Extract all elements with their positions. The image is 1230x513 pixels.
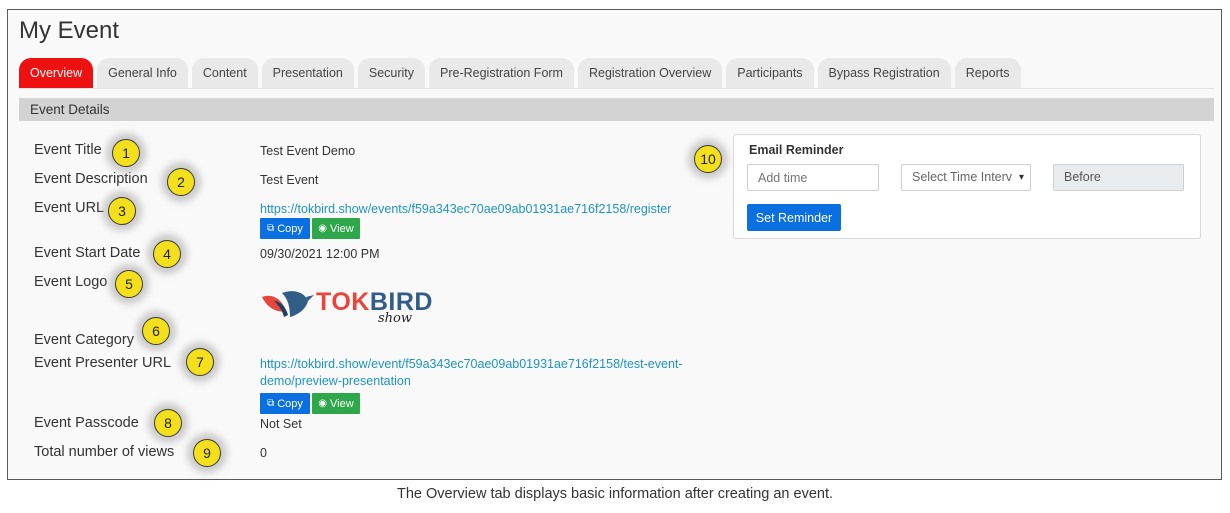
tab-bar: Overview General Info Content Presentati…	[19, 58, 1025, 88]
event-title-value: Test Event Demo	[260, 144, 356, 158]
section-header-event-details: Event Details	[19, 98, 1214, 121]
event-passcode-value: Not Set	[260, 417, 302, 431]
bird-logo-icon	[262, 291, 314, 317]
event-description-label: Event Description	[34, 171, 148, 187]
set-reminder-button[interactable]: Set Reminder	[747, 204, 841, 231]
view-event-url-button[interactable]: ◉ View	[312, 218, 360, 239]
logo-wordmark: TOKBIRD	[316, 288, 433, 316]
chevron-down-icon: ▾	[1018, 172, 1024, 183]
tab-bypass-registration[interactable]: Bypass Registration	[817, 58, 951, 88]
tab-participants[interactable]: Participants	[726, 58, 814, 88]
tab-registration-overview[interactable]: Registration Overview	[577, 58, 723, 88]
eye-icon: ◉	[318, 223, 328, 234]
callout-badge-1: 1	[112, 139, 140, 167]
email-reminder-panel: Email Reminder Select Time Interv ▾ Befo…	[733, 134, 1201, 239]
event-presenter-url-label: Event Presenter URL	[34, 355, 172, 371]
figure-caption: The Overview tab displays basic informat…	[396, 486, 834, 502]
total-views-value: 0	[260, 446, 267, 460]
view-label: View	[330, 397, 354, 410]
event-url-link[interactable]: https://tokbird.show/events/f59a343ec70a…	[260, 202, 671, 216]
copy-icon: ⧉	[267, 223, 275, 234]
event-start-date-label: Event Start Date	[34, 245, 141, 261]
eye-icon: ◉	[318, 398, 328, 409]
event-title-label: Event Title	[34, 142, 102, 158]
screenshot-frame: My Event Overview General Info Content P…	[7, 9, 1222, 480]
copy-event-url-button[interactable]: ⧉ Copy	[260, 218, 310, 239]
tab-presentation[interactable]: Presentation	[261, 58, 354, 88]
callout-badge-6: 6	[142, 317, 170, 345]
callout-badge-9: 9	[193, 439, 221, 467]
time-interval-select[interactable]: Select Time Interv ▾	[901, 164, 1031, 191]
event-logo: TOKBIRD show	[260, 279, 445, 329]
logo-subtext: show	[378, 311, 412, 326]
tab-general-info[interactable]: General Info	[97, 58, 188, 88]
copy-icon: ⧉	[267, 398, 275, 409]
tab-overview[interactable]: Overview	[19, 58, 94, 88]
time-interval-selected: Select Time Interv	[912, 170, 1013, 184]
event-presenter-url-link[interactable]: https://tokbird.show/event/f59a343ec70ae…	[260, 356, 690, 390]
callout-badge-8: 8	[154, 409, 182, 437]
callout-badge-2: 2	[167, 168, 195, 196]
event-logo-label: Event Logo	[34, 274, 108, 290]
callout-badge-7: 7	[186, 348, 214, 376]
event-category-label: Event Category	[34, 332, 134, 348]
view-presenter-url-button[interactable]: ◉ View	[312, 393, 360, 414]
total-views-label: Total number of views	[34, 444, 175, 460]
tab-reports[interactable]: Reports	[954, 58, 1021, 88]
callout-badge-10: 10	[694, 145, 722, 173]
page-title: My Event	[19, 17, 120, 44]
copy-presenter-url-button[interactable]: ⧉ Copy	[260, 393, 310, 414]
copy-label: Copy	[277, 397, 303, 410]
callout-badge-5: 5	[115, 270, 143, 298]
event-start-date-value: 09/30/2021 12:00 PM	[260, 247, 380, 261]
callout-badge-4: 4	[153, 240, 181, 268]
email-reminder-title: Email Reminder	[749, 143, 844, 157]
tab-security[interactable]: Security	[357, 58, 426, 88]
tab-pre-registration-form[interactable]: Pre-Registration Form	[429, 58, 574, 88]
event-passcode-label: Event Passcode	[34, 415, 139, 431]
view-label: View	[330, 222, 354, 235]
reminder-time-input[interactable]	[747, 164, 879, 191]
before-field: Before	[1053, 164, 1184, 191]
event-description-value: Test Event	[260, 173, 319, 187]
callout-badge-3: 3	[108, 197, 136, 225]
tab-divider	[19, 88, 1214, 89]
copy-label: Copy	[277, 222, 303, 235]
event-url-label: Event URL	[34, 200, 105, 216]
tab-content[interactable]: Content	[191, 58, 258, 88]
